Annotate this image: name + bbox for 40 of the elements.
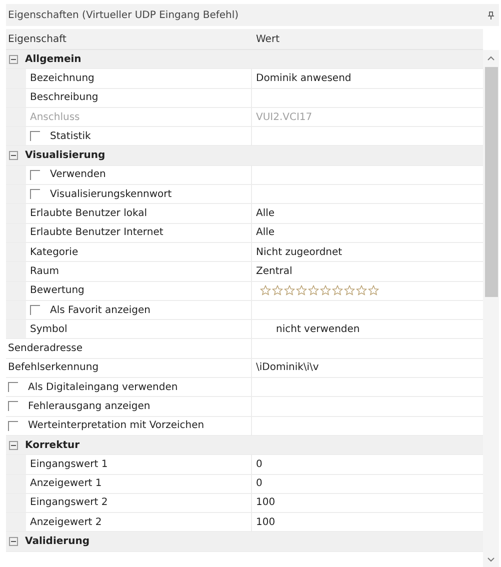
property-label: Bezeichnung xyxy=(30,72,94,84)
property-value[interactable]: Dominik anwesend xyxy=(256,72,352,84)
property-label: Erlaubte Benutzer Internet xyxy=(30,227,164,238)
property-label: Werteinterpretation mit Vorzeichen xyxy=(28,420,204,432)
property-label: Bewertung xyxy=(30,285,84,296)
property-value[interactable]: nicht verwenden xyxy=(256,324,360,335)
property-label: Senderadresse xyxy=(8,343,83,354)
property-value[interactable]: 0 xyxy=(256,458,262,470)
property-label: Als Digitaleingang verwenden xyxy=(28,382,178,393)
property-label: Eingangswert 2 xyxy=(30,497,108,508)
panel-title: Eigenschaften (Virtueller UDP Eingang Befehl) xyxy=(8,10,239,20)
category-label: Visualisierung xyxy=(25,150,106,162)
property-label: Statistik xyxy=(50,130,91,142)
property-label: Erlaubte Benutzer lokal xyxy=(30,208,147,220)
property-label: Verwenden xyxy=(50,169,106,180)
property-label: Anzeigewert 1 xyxy=(30,478,102,490)
property-label: Visualisierungskennwort xyxy=(50,188,172,200)
property-label: Anschluss xyxy=(30,112,80,123)
property-label: Fehlerausgang anzeigen xyxy=(28,400,150,412)
property-value[interactable]: 0 xyxy=(256,478,262,490)
property-label: Raum xyxy=(30,266,59,277)
category-label: Korrektur xyxy=(25,440,80,451)
property-label: Anzeigewert 2 xyxy=(30,516,102,528)
property-label: Symbol xyxy=(30,324,68,335)
property-label: Eingangswert 1 xyxy=(30,458,108,470)
category-label: Allgemein xyxy=(25,54,82,65)
property-value[interactable]: Alle xyxy=(256,208,275,220)
property-value[interactable]: Zentral xyxy=(256,266,292,277)
property-value[interactable]: Nicht zugeordnet xyxy=(256,246,342,258)
property-value[interactable]: \iDominik\i\v xyxy=(256,362,319,374)
property-value[interactable]: 100 xyxy=(256,516,276,528)
property-label: Beschreibung xyxy=(30,92,98,104)
property-value[interactable]: 100 xyxy=(256,497,276,508)
column-header[interactable]: Wert xyxy=(254,34,483,44)
property-value[interactable]: Alle xyxy=(256,227,275,238)
property-label: Befehlserkennung xyxy=(8,362,99,374)
property-label: Kategorie xyxy=(30,246,78,258)
category-label: Validierung xyxy=(25,536,90,548)
column-header[interactable]: Eigenschaft xyxy=(6,34,254,44)
property-label: Als Favorit anzeigen xyxy=(50,304,150,316)
